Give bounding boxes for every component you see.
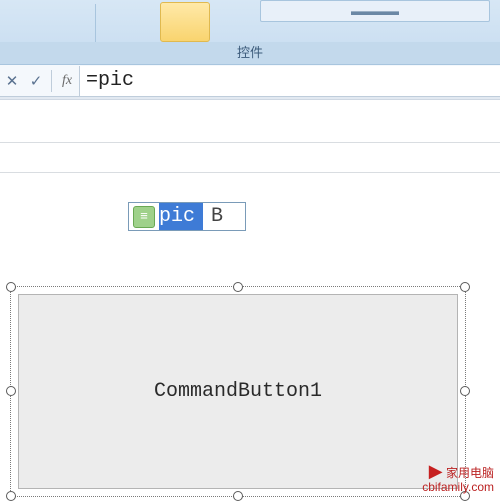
command-button-control[interactable]: CommandButton1 (18, 294, 458, 489)
worksheet[interactable]: pic B CommandButton1 (0, 100, 500, 500)
cancel-button[interactable]: ✕ (0, 65, 24, 97)
resize-handle[interactable] (460, 386, 470, 396)
watermark-line1: 家用电脑 (446, 466, 494, 480)
formula-input[interactable] (79, 66, 500, 96)
autocomplete-selected[interactable]: pic (159, 203, 203, 230)
resize-handle[interactable] (6, 386, 16, 396)
ribbon-button-truncated[interactable]: ▬▬▬▬ (260, 0, 490, 22)
ribbon-group-label: 控件 (0, 42, 500, 64)
separator (51, 70, 52, 92)
autocomplete-dropdown[interactable]: pic B (128, 202, 246, 231)
ribbon-divider (95, 4, 96, 42)
command-button-caption: CommandButton1 (154, 380, 322, 403)
accept-button[interactable]: ✓ (24, 65, 48, 97)
watermark-line2: cbifamily.com (422, 480, 494, 494)
name-icon (133, 206, 155, 228)
gridline (0, 172, 500, 173)
resize-handle[interactable] (233, 282, 243, 292)
resize-handle[interactable] (460, 282, 470, 292)
watermark-arrow-icon: ▶ (429, 461, 443, 481)
resize-handle[interactable] (6, 282, 16, 292)
watermark: ▶ 家用电脑 cbifamily.com (422, 464, 494, 494)
formula-bar: ✕ ✓ fx (0, 65, 500, 97)
folder-icon[interactable] (160, 2, 210, 42)
ribbon: ▬▬▬▬ 控件 (0, 0, 500, 65)
autocomplete-item[interactable]: B (203, 203, 245, 230)
gridline (0, 142, 500, 143)
insert-function-button[interactable]: fx (55, 65, 79, 97)
